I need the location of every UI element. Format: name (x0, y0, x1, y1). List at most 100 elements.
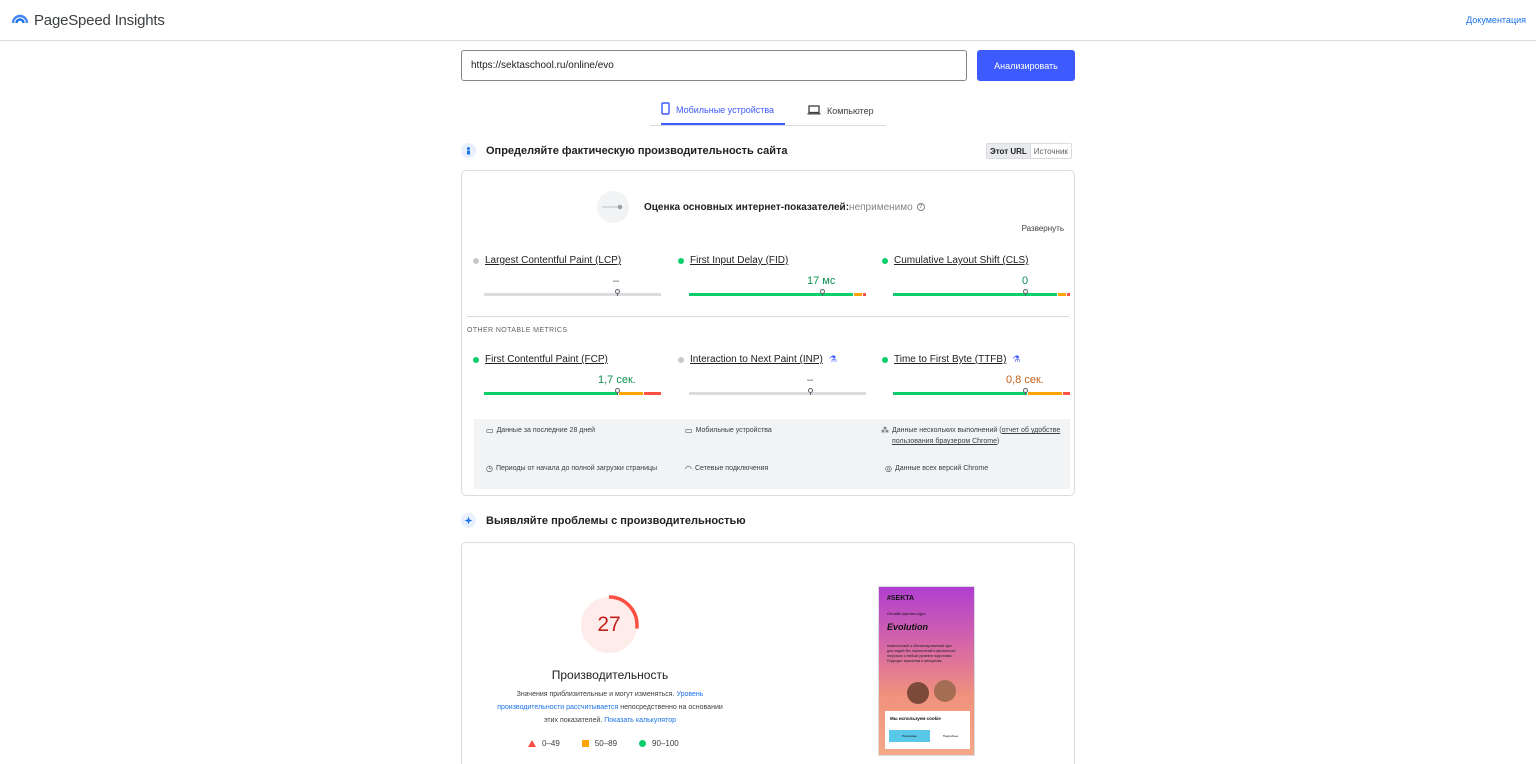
info-versions: ◎ Данные всех версий Chrome (885, 464, 989, 473)
info-samples: ⁂ Данные нескольких выполнений (отчет об… (881, 426, 1061, 445)
metric-inp-marker (808, 388, 813, 395)
lab-section-title: Выявляйте проблемы с производительностью (461, 513, 746, 528)
metric-inp-value: – (807, 374, 814, 386)
tab-mobile[interactable]: Мобильные устройства (661, 96, 785, 125)
metric-lcp-link[interactable]: Largest Contentful Paint (LCP) (485, 255, 621, 266)
experimental-flask-icon: ⚗ (1012, 354, 1021, 364)
metric-fid-link[interactable]: First Input Delay (FID) (690, 255, 788, 266)
pagespeed-logo-icon (11, 11, 29, 29)
performance-score: 27 (597, 613, 621, 636)
metric-fid-marker (820, 289, 825, 296)
app-logo[interactable]: PageSpeed Insights (11, 11, 165, 29)
timer-icon: ◷ (486, 464, 493, 473)
metric-lcp-bar (484, 293, 661, 296)
status-dot (678, 257, 684, 264)
square-icon (581, 740, 589, 747)
chrome-icon: ◎ (885, 464, 892, 473)
metric-lcp: Largest Contentful Paint (LCP) – (473, 255, 661, 296)
calendar-icon: ▭ (486, 426, 494, 435)
laptop-icon (807, 104, 821, 117)
toggle-origin[interactable]: Источник (1031, 144, 1071, 158)
cwv-assessment-status: неприменимо (849, 202, 913, 213)
field-data-card: Оценка основных интернет-показателей:неп… (461, 170, 1075, 496)
screenshot-subtitle: Онлайн фитнес-курс (887, 611, 926, 616)
metric-lcp-marker (615, 289, 620, 296)
expand-button[interactable]: Развернуть (1022, 224, 1064, 233)
screenshot-person (907, 682, 929, 704)
metric-cls-value: 0 (1022, 275, 1029, 287)
score-note: Значения приблизительные и могут изменят… (497, 691, 723, 724)
cwv-assessment: Оценка основных интернет-показателей:неп… (644, 202, 925, 213)
samples-icon: ⁂ (881, 426, 889, 435)
circle-icon (639, 740, 647, 747)
legend-poor: 0–49 (528, 739, 560, 748)
screenshot-text: Комплексный и сбалансированный курс для … (887, 644, 956, 663)
url-input[interactable] (461, 50, 967, 81)
metric-lcp-value: – (613, 275, 620, 287)
url-origin-toggle: Этот URL Источник (986, 143, 1072, 159)
metric-ttfb: Time to First Byte (TTFB) ⚗ 0,8 сек. (882, 354, 1070, 395)
metric-inp: Interaction to Next Paint (INP) ⚗ – (678, 354, 866, 395)
metric-fid-bar (689, 293, 866, 296)
metric-inp-link[interactable]: Interaction to Next Paint (INP) (690, 354, 823, 365)
show-calculator-link[interactable]: Показать калькулятор (604, 717, 676, 724)
other-metrics-label: OTHER NOTABLE METRICS (467, 327, 568, 334)
device-tabs: Мобильные устройства Компьютер (650, 96, 886, 126)
screenshot-brand: #SEKTA (887, 595, 915, 602)
cwv-assessment-label: Оценка основных интернет-показателей: (644, 202, 850, 213)
info-duration: ◷ Периоды от начала до полной загрузки ст… (486, 464, 658, 473)
devices-icon: ▭ (685, 426, 693, 435)
help-icon[interactable]: ? (916, 203, 925, 212)
screenshot-person (934, 680, 956, 702)
metric-ttfb-bar (893, 392, 1070, 395)
app-title: PageSpeed Insights (34, 11, 165, 29)
section-divider (467, 316, 1069, 317)
field-section-title: Определяйте фактическую производительнос… (461, 143, 788, 158)
metric-inp-bar (689, 392, 866, 395)
screenshot-title: Evolution (887, 622, 928, 632)
experimental-flask-icon: ⚗ (828, 354, 837, 364)
metric-cls-marker (1023, 289, 1028, 296)
triangle-icon (528, 740, 536, 747)
assessment-gauge-icon (597, 191, 629, 223)
page-screenshot: #SEKTA Онлайн фитнес-курс Evolution Комп… (878, 586, 975, 756)
status-dot (473, 257, 479, 264)
status-dot (473, 356, 479, 363)
metric-cls-link[interactable]: Cumulative Layout Shift (CLS) (894, 255, 1029, 266)
tab-desktop[interactable]: Компьютер (807, 96, 874, 125)
status-dot (882, 356, 888, 363)
tab-mobile-label: Мобильные устройства (676, 104, 775, 115)
status-dot (678, 356, 684, 363)
analyze-button[interactable]: Анализировать (977, 50, 1075, 81)
metric-fcp-link[interactable]: First Contentful Paint (FCP) (485, 354, 608, 365)
metric-cls-bar (893, 293, 1070, 296)
metric-fcp-bar (484, 392, 661, 395)
toggle-this-url[interactable]: Этот URL (987, 144, 1031, 158)
metric-fcp: First Contentful Paint (FCP) 1,7 сек. (473, 354, 661, 395)
info-device: ▭ Мобильные устройства (685, 426, 772, 435)
metric-fcp-value: 1,7 сек. (598, 374, 636, 386)
lab-data-card: 27 Производительность Значения приблизит… (461, 542, 1075, 764)
metric-ttfb-link[interactable]: Time to First Byte (TTFB) (894, 354, 1006, 365)
metric-cls: Cumulative Layout Shift (CLS) 0 (882, 255, 1070, 296)
metric-ttfb-value: 0,8 сек. (1006, 374, 1044, 386)
smartphone-icon (661, 102, 670, 117)
metric-fid-value: 17 мс (807, 275, 836, 287)
users-icon (461, 143, 476, 158)
legend-average: 50–89 (581, 739, 617, 748)
screenshot-cookie-banner: Мы используем cookie Принимаю Подробнее (885, 711, 970, 749)
metric-fcp-marker (615, 388, 620, 395)
diagnostics-icon (461, 513, 476, 528)
top-bar: PageSpeed Insights Документация (0, 0, 1536, 41)
info-period: ▭ Данные за последние 28 дней (486, 426, 596, 435)
metric-ttfb-marker (1023, 388, 1028, 395)
field-data-info: ▭ Данные за последние 28 дней ▭ Мобильные … (474, 419, 1070, 489)
performance-label: Производительность (551, 668, 669, 682)
metric-fid: First Input Delay (FID) 17 мс (678, 255, 866, 296)
status-dot (882, 257, 888, 264)
info-network: ◠ Сетевые подключения (685, 464, 769, 473)
tab-desktop-label: Компьютер (827, 105, 874, 116)
score-legend: 0–49 50–89 90–100 (528, 739, 679, 748)
documentation-link[interactable]: Документация (1466, 15, 1526, 25)
wifi-icon: ◠ (685, 464, 692, 473)
